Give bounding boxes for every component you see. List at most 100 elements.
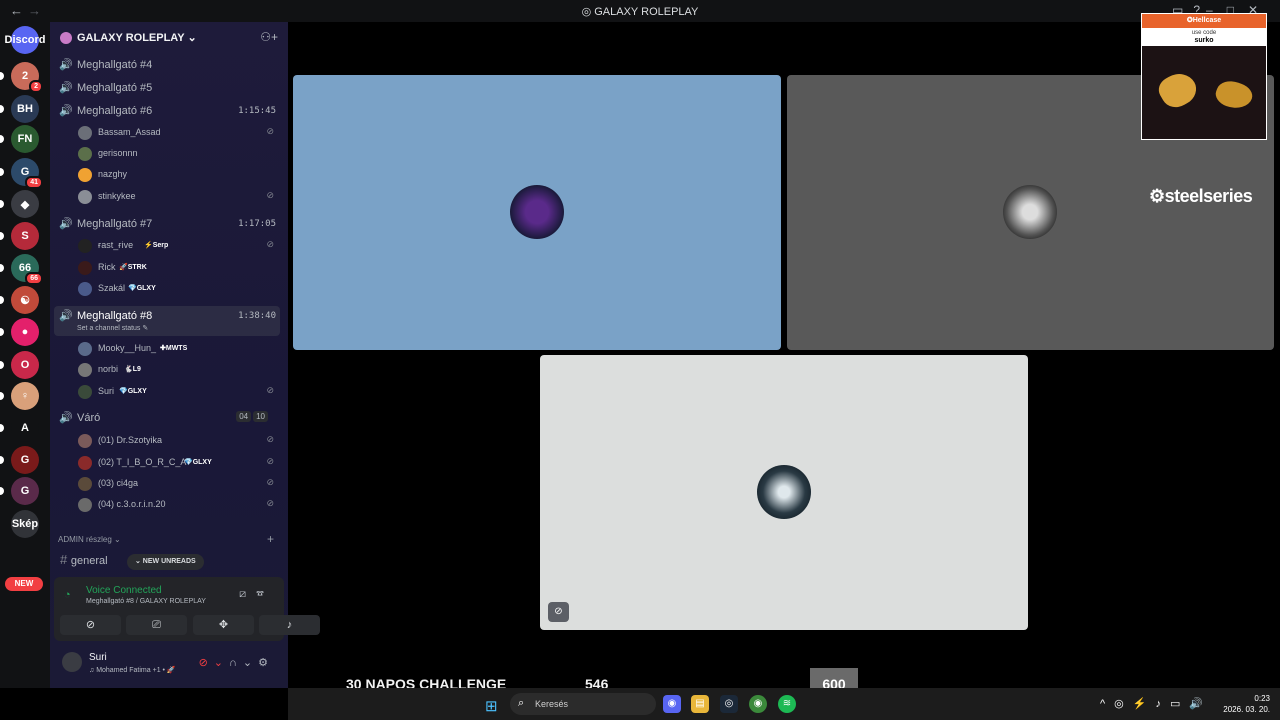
- video-tile[interactable]: ⊘: [540, 355, 1028, 630]
- member-name: Suri: [98, 386, 115, 396]
- member-tag: ⚡Serp: [144, 242, 169, 249]
- system-tray[interactable]: ^◎⚡♪▭🔊: [1100, 697, 1212, 710]
- voice-member[interactable]: Rick 🚀STRK: [74, 258, 280, 278]
- avatar: [78, 434, 92, 448]
- discord-taskbar-icon[interactable]: ◉: [663, 695, 681, 713]
- server-icon[interactable]: 22: [11, 62, 43, 93]
- create-channel-button[interactable]: +: [267, 532, 274, 546]
- guild-header[interactable]: GALAXY ROLEPLAY ⌄ ⚇+: [50, 22, 288, 54]
- activities-button[interactable]: ✥: [193, 615, 254, 635]
- server-icon[interactable]: ◆: [11, 190, 39, 218]
- hash-icon: #: [60, 552, 71, 567]
- chrome-icon[interactable]: ◉: [749, 695, 767, 713]
- video-tile[interactable]: [293, 75, 781, 350]
- unread-pill: [0, 361, 4, 369]
- avatar[interactable]: [62, 652, 82, 672]
- voice-channel-8[interactable]: 🔊 Meghallgató #8 1:38:40 Set a channel s…: [54, 306, 280, 336]
- voice-member[interactable]: gerisonnn: [74, 144, 280, 164]
- voice-member[interactable]: Mooky__Hun_ ✚MWTS: [74, 339, 280, 359]
- voice-member[interactable]: ғast_ғive ⚡Serp ⊘: [74, 236, 280, 256]
- camera-off-button[interactable]: ⊘: [60, 615, 121, 635]
- member-name: Rick: [98, 262, 116, 272]
- user-limit-count: 10: [253, 411, 268, 422]
- taskbar-search[interactable]: ⌕ Keresés: [510, 693, 656, 715]
- deafened-icon: ⊘: [266, 456, 274, 466]
- guild-name[interactable]: GALAXY ROLEPLAY ⌄: [77, 31, 197, 44]
- screen-share-button[interactable]: ⎚: [126, 615, 187, 635]
- server-icon-label: ♀: [20, 390, 30, 402]
- steam-icon[interactable]: ◎: [720, 695, 738, 713]
- server-icon[interactable]: Discord: [5, 26, 45, 54]
- mic-muted-icon[interactable]: ⊘⌄: [199, 657, 229, 669]
- voice-member[interactable]: norbi 🐇L9: [74, 360, 280, 380]
- server-icon-label: 2: [21, 70, 29, 82]
- promo-code: use code surko: [1142, 28, 1266, 46]
- voice-member[interactable]: nazghy: [74, 165, 280, 185]
- voice-channel-6[interactable]: 🔊 Meghallgató #6 1:15:45: [54, 101, 280, 121]
- headphones-icon[interactable]: ∩⌄: [229, 657, 258, 669]
- server-icon[interactable]: G: [11, 477, 39, 505]
- voice-member[interactable]: (02) T_I_B_O_R_C_A 💎GLXY ⊘: [74, 453, 280, 473]
- server-icon[interactable]: G: [11, 446, 39, 474]
- voice-channel-5[interactable]: 🔊 Meghallgató #5: [54, 78, 280, 98]
- voice-member[interactable]: (03) ci4ga ⊘: [74, 474, 280, 494]
- voice-channel-4[interactable]: 🔊 Meghallgató #4: [54, 55, 280, 75]
- server-list: NEW Discord 2 2 BH FN G 41 ◆ S 66 66 ☯ ● O ♀ A G G Skép: [0, 22, 50, 688]
- soundboard-button[interactable]: ♪: [259, 615, 320, 635]
- channel-status[interactable]: Set a channel status ✎: [77, 324, 148, 332]
- user-controls[interactable]: ⊘⌄∩⌄⚙: [199, 656, 274, 669]
- new-unreads-button[interactable]: ⌄ NEW UNREADS: [127, 554, 204, 570]
- unread-pill: [0, 296, 4, 304]
- guild-name-text: GALAXY ROLEPLAY: [77, 32, 185, 44]
- windows-start-icon[interactable]: ⊞: [485, 697, 498, 715]
- server-icon[interactable]: ●: [11, 318, 39, 346]
- gear-icon[interactable]: ⚙: [258, 657, 274, 669]
- server-icon[interactable]: BH: [11, 95, 39, 123]
- disconnect-icon[interactable]: ⧄☎: [239, 588, 274, 601]
- mention-badge: 41: [25, 176, 43, 189]
- voice-channel-name: Meghallgató #4: [77, 59, 153, 71]
- speaker-icon: 🔊: [59, 310, 73, 322]
- avatar: [510, 185, 564, 239]
- member-name: (02) T_I_B_O_R_C_A: [98, 457, 187, 467]
- member-name: norbi: [98, 364, 119, 374]
- voice-member[interactable]: (01) Dr.Szotyika ⊘: [74, 431, 280, 451]
- server-icon-label: S: [21, 230, 29, 242]
- signal-icon[interactable]: ◔: [64, 589, 71, 601]
- window-title-text: GALAXY ROLEPLAY: [594, 6, 699, 18]
- voice-channel-7[interactable]: 🔊 Meghallgató #7 1:17:05: [54, 214, 280, 234]
- new-pill[interactable]: NEW: [5, 577, 43, 591]
- voice-member[interactable]: Szakál 💎GLXY: [74, 279, 280, 299]
- voice-channel-name: Meghallgató #7: [77, 218, 153, 230]
- server-icon[interactable]: Skép: [11, 510, 39, 538]
- server-icon[interactable]: 66 66: [11, 254, 43, 285]
- server-icon[interactable]: S: [11, 222, 39, 250]
- voice-member[interactable]: Suri 💎GLXY ⊘: [74, 382, 280, 402]
- member-name: Bassam_Assad: [98, 127, 161, 137]
- server-icon[interactable]: FN: [11, 125, 39, 153]
- server-icon[interactable]: A: [11, 414, 39, 442]
- speaker-icon: 🔊: [59, 59, 73, 71]
- server-icon[interactable]: O: [11, 351, 39, 379]
- spotify-icon[interactable]: ≋: [778, 695, 796, 713]
- member-name: (04) c.3.o.r.i.n.20: [98, 499, 166, 509]
- deafened-icon: ⊘: [266, 126, 274, 136]
- invite-icon[interactable]: ⚇+: [260, 30, 278, 44]
- unread-pill: [0, 264, 4, 272]
- taskbar-clock[interactable]: 0:23 2026. 03. 20.: [1223, 693, 1270, 715]
- voice-member[interactable]: (04) c.3.o.r.i.n.20 ⊘: [74, 495, 280, 515]
- unread-pill: [0, 232, 4, 240]
- clock-date: 2026. 03. 20.: [1223, 705, 1270, 714]
- server-icon[interactable]: ♀: [11, 382, 39, 410]
- user-name[interactable]: Suri: [89, 652, 107, 663]
- category-admin[interactable]: ADMIN részleg ⌄: [58, 535, 121, 544]
- server-icon[interactable]: ☯: [11, 286, 39, 314]
- voice-member[interactable]: stinkykee ⊘: [74, 187, 280, 207]
- text-channel-general[interactable]: # general: [60, 552, 108, 567]
- member-name: gerisonnn: [98, 148, 138, 158]
- server-icon[interactable]: G 41: [11, 158, 43, 189]
- voice-location[interactable]: Meghallgató #8 / GALAXY ROLEPLAY: [86, 598, 206, 605]
- file-explorer-icon[interactable]: ▤: [691, 695, 709, 713]
- voice-channel-waiting[interactable]: 🔊 Váró 04 10: [54, 408, 280, 428]
- voice-member[interactable]: Bassam_Assad ⊘: [74, 123, 280, 143]
